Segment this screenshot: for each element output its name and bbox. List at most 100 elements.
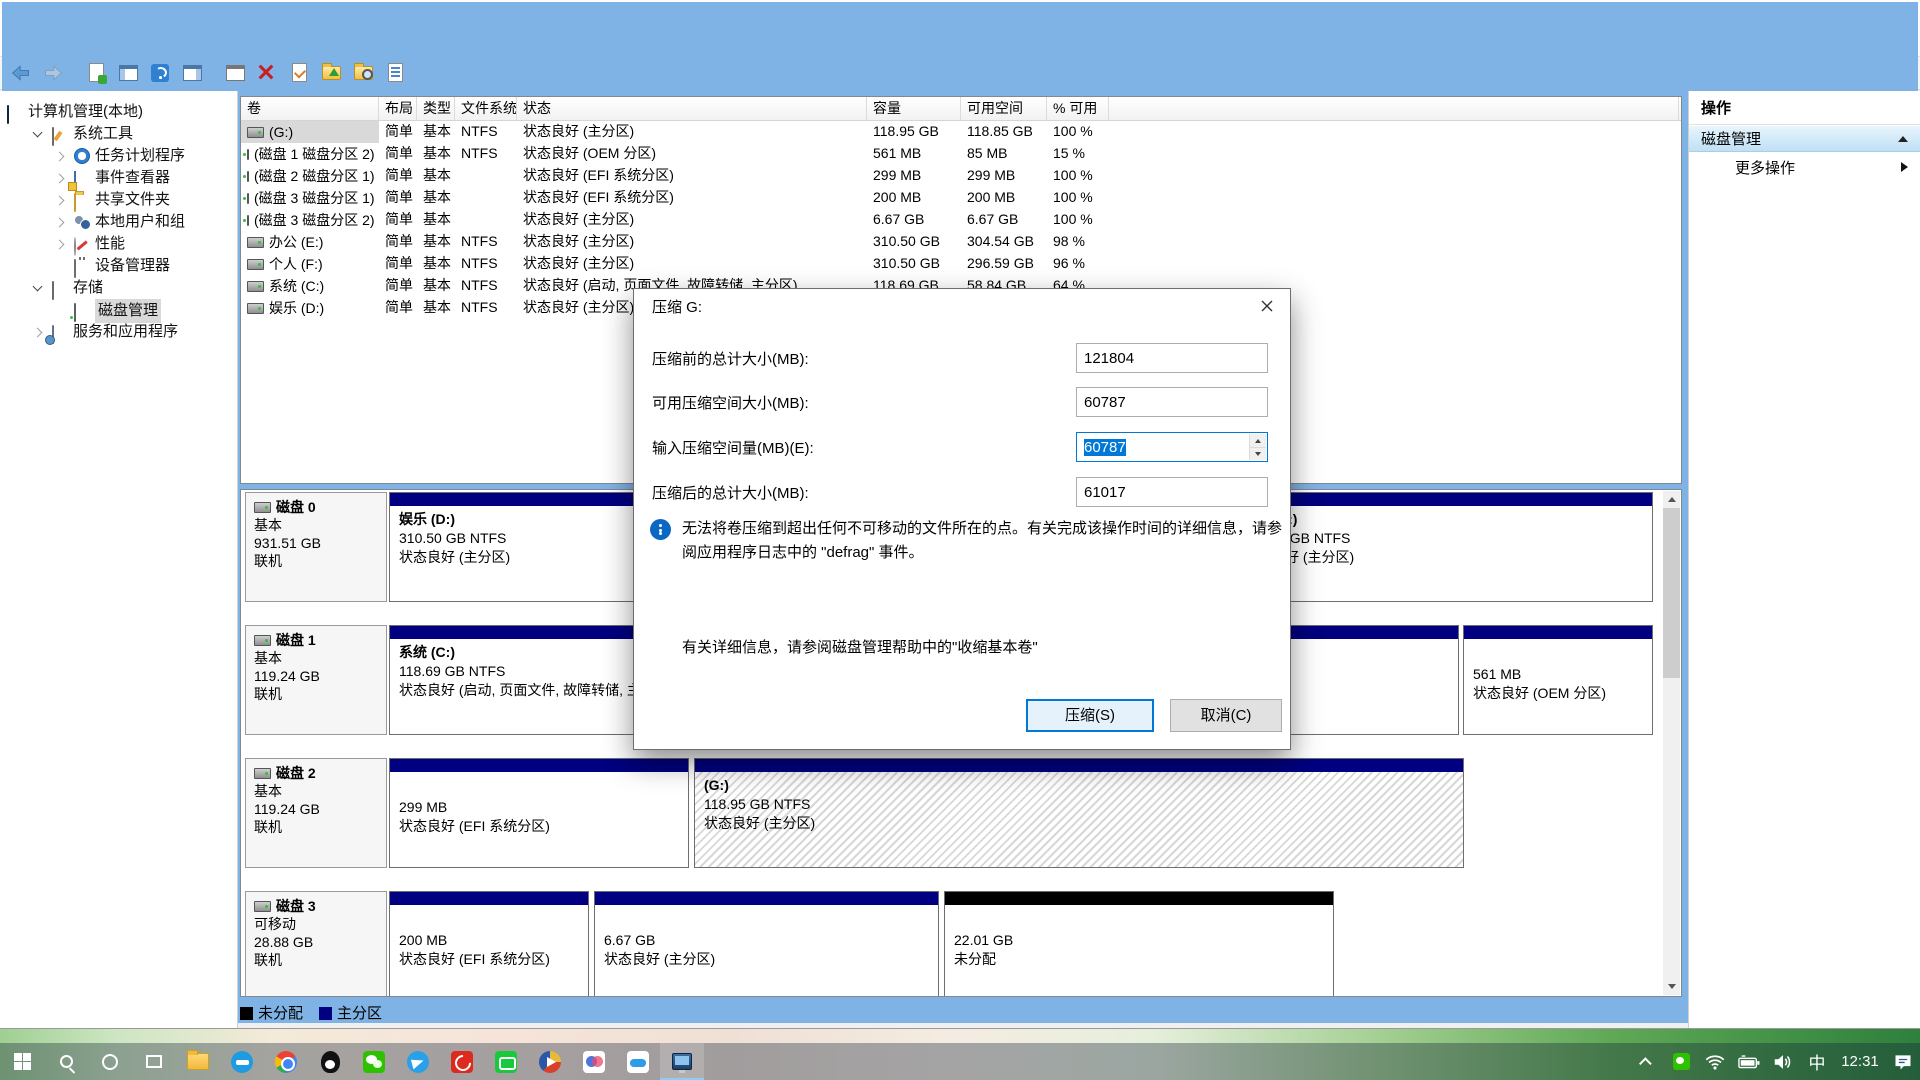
battery-icon[interactable] [1732,1043,1766,1080]
disk-label-1[interactable]: 磁盘 1 基本 119.24 GB 联机 [245,625,387,735]
disk-label-2[interactable]: 磁盘 2 基本 119.24 GB 联机 [245,758,387,868]
volume-row[interactable]: 个人 (F:) 简单 基本 NTFS 状态良好 (主分区) 310.50 GB 296.59… [241,253,1681,275]
partition-个人 (F:)[interactable]: 个人 (F:)310.50 GB NTFS 状态良好 (主分区) [1233,492,1653,602]
disk-icon [254,634,271,646]
spin-down-button[interactable] [1249,447,1266,460]
action-center-icon[interactable] [1886,1043,1920,1080]
dialog-close-button[interactable] [1244,289,1290,323]
volume-row[interactable]: 办公 (E:) 简单 基本 NTFS 状态良好 (主分区) 310.50 GB 304.54… [241,231,1681,253]
unallocated-region[interactable]: 22.01 GB 未分配 [944,891,1334,996]
column-header-布局[interactable]: 布局 [379,97,417,120]
expand-arrow-icon[interactable] [54,173,65,184]
expand-arrow-icon[interactable] [54,151,65,162]
cancel-button[interactable]: 取消(C) [1170,699,1282,732]
disk-name: 磁盘 3 [254,897,378,915]
spin-up-button[interactable] [1249,434,1266,447]
sidebar-item-设备管理器[interactable]: 设备管理器 [0,255,237,278]
volume-row[interactable]: (磁盘 1 磁盘分区 2) 简单 基本 NTFS 状态良好 (OEM 分区) 561 MB… [241,143,1681,165]
clock[interactable]: 12:31 [1834,1043,1886,1080]
wechat-icon[interactable] [352,1043,396,1080]
computer-icon [7,105,9,124]
column-header-类型[interactable]: 类型 [417,97,455,120]
volume-cell: 办公 (E:) [241,231,379,253]
partition-info: 200 MB 状态良好 (EFI 系统分区) [390,905,588,996]
disk-label-0[interactable]: 磁盘 0 基本 931.51 GB 联机 [245,492,387,602]
tray-expand-icon[interactable] [1630,1043,1664,1080]
partition-status: 未分配 [954,951,996,967]
sidebar-item-本地用户和组[interactable]: 本地用户和组 [0,211,237,233]
start-icon[interactable] [0,1043,44,1080]
ime-indicator[interactable]: 中 [1800,1043,1834,1080]
volume-row[interactable]: (G:) 简单 基本 NTFS 状态良好 (主分区) 118.95 GB 118.85 GB… [241,121,1681,143]
volume-cell: (磁盘 3 磁盘分区 1) [241,187,379,209]
wechat-tray-icon[interactable] [1664,1043,1698,1080]
column-header-容量[interactable]: 容量 [867,97,961,120]
column-header-% 可用[interactable]: % 可用 [1047,97,1109,120]
volume-cell: 基本 [423,167,451,183]
collapse-arrow-icon[interactable] [32,127,43,138]
sidebar-item-事件查看器[interactable]: 事件查看器 [0,167,237,190]
volume-icon [247,302,264,314]
sidebar-item-label: 任务计划程序 [95,147,186,164]
dialog-title-bar[interactable]: 压缩 G: [634,289,1290,323]
partition-200 MB[interactable]: 200 MB 状态良好 (EFI 系统分区) [389,891,589,996]
tools-icon [52,127,54,146]
expand-arrow-icon[interactable] [54,195,65,206]
baidu-netdisk-icon[interactable] [616,1043,660,1080]
field-value: 60787 [1076,387,1268,417]
spin-up-icon [1255,438,1261,443]
sidebar-item-系统工具[interactable]: 系统工具 [0,123,237,146]
actions-group-disk-management[interactable]: 磁盘管理 [1689,125,1920,152]
column-header-状态[interactable]: 状态 [517,97,867,120]
volume-row[interactable]: (磁盘 3 磁盘分区 2) 简单 基本 状态良好 (主分区) 6.67 GB 6.67 G… [241,209,1681,231]
spin-down-icon [1255,452,1261,456]
expand-arrow-icon[interactable] [54,239,65,250]
collapse-arrow-icon[interactable] [32,281,43,292]
chrome-icon[interactable] [264,1043,308,1080]
search-icon[interactable] [44,1043,88,1080]
partition-561 MB[interactable]: 561 MB 状态良好 (OEM 分区) [1463,625,1653,735]
collapse-icon[interactable] [1898,135,1908,142]
sidebar-item-存储[interactable]: 存储 [0,277,237,300]
column-header-文件系统[interactable]: 文件系统 [455,97,517,120]
disk-icon [254,767,271,779]
sidebar-item-任务计划程序[interactable]: 任务计划程序 [0,145,237,167]
cortana-icon[interactable] [88,1043,132,1080]
title-bar[interactable]: 计算机管理 [0,0,1920,30]
disk-type: 可移动 [254,916,296,932]
column-header-卷[interactable]: 卷 [241,97,379,120]
partition-299 MB[interactable]: 299 MB 状态良好 (EFI 系统分区) [389,758,689,868]
computer-management-icon[interactable] [660,1043,704,1080]
sidebar-item-性能[interactable]: 性能 [0,233,237,256]
sidebar-item-计算机管理(本地)[interactable]: 计算机管理(本地) [0,101,237,124]
dialog-help-text: 有关详细信息，请参阅磁盘管理帮助中的"收缩基本卷" [682,639,1038,656]
potplayer-icon[interactable] [528,1043,572,1080]
wifi-icon[interactable] [1698,1043,1732,1080]
volume-cell: 系统 (C:) [241,275,379,297]
sidebar-item-共享文件夹[interactable]: 共享文件夹 [0,189,237,212]
disk-label-3[interactable]: 磁盘 3 可移动 28.88 GB 联机 [245,891,387,996]
iqiyi-icon[interactable] [484,1043,528,1080]
file-explorer-icon[interactable] [176,1043,220,1080]
volume-icon[interactable] [1766,1043,1800,1080]
more-actions-item[interactable]: 更多操作 [1689,152,1920,182]
edge-icon[interactable] [220,1043,264,1080]
shrink-amount-input[interactable]: 60787 [1076,432,1268,462]
volume-cell: 85 MB [967,145,1008,161]
tim-icon[interactable] [396,1043,440,1080]
expand-arrow-icon[interactable] [32,327,43,338]
partition-6.67 GB[interactable]: 6.67 GB 状态良好 (主分区) [594,891,939,996]
sidebar-item-磁盘管理[interactable]: 磁盘管理 [0,299,237,323]
volume-row[interactable]: (磁盘 2 磁盘分区 1) 简单 基本 状态良好 (EFI 系统分区) 299 MB 29… [241,165,1681,187]
design-app-icon[interactable] [572,1043,616,1080]
volume-name: (磁盘 3 磁盘分区 2) [254,211,375,228]
sidebar-item-服务和应用程序[interactable]: 服务和应用程序 [0,321,237,344]
shrink-button[interactable]: 压缩(S) [1026,699,1154,732]
netease-music-icon[interactable] [440,1043,484,1080]
column-header-可用空间[interactable]: 可用空间 [961,97,1047,120]
volume-row[interactable]: (磁盘 3 磁盘分区 1) 简单 基本 状态良好 (EFI 系统分区) 200 MB 20… [241,187,1681,209]
expand-arrow-icon[interactable] [54,217,65,228]
qq-icon[interactable] [308,1043,352,1080]
partition-(G:)[interactable]: (G:) 118.95 GB NTFS 状态良好 (主分区) [694,758,1464,868]
task-view-icon[interactable] [132,1043,176,1080]
